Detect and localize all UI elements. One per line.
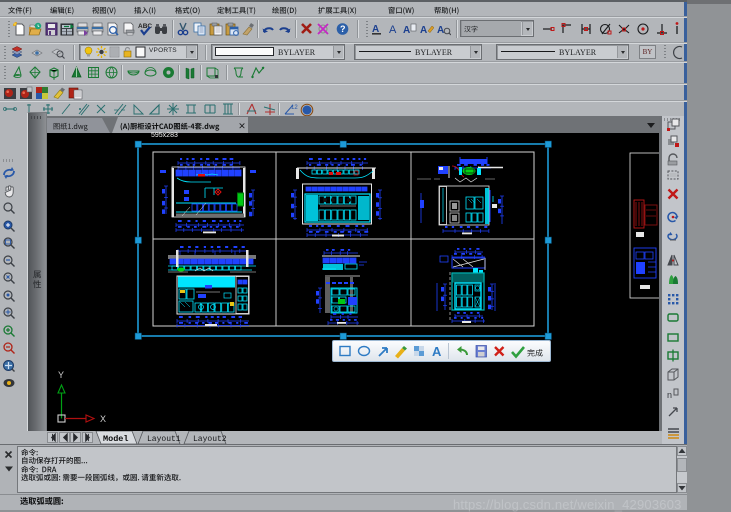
svg-text:?: ? [340,24,346,34]
svg-text:X: X [100,414,106,424]
svg-text:n: n [667,390,672,400]
svg-text:Layout1: Layout1 [147,435,181,444]
svg-text:Y: Y [58,370,64,380]
svg-text:A: A [437,25,444,36]
svg-text:ABC: ABC [138,23,152,30]
svg-text:A: A [420,25,427,36]
svg-text:A: A [432,344,442,359]
svg-text:A: A [403,25,410,36]
svg-text:12: 12 [291,105,298,111]
svg-text:Layout2: Layout2 [193,435,227,444]
svg-text:A: A [389,24,397,36]
svg-text:Model: Model [103,434,129,444]
